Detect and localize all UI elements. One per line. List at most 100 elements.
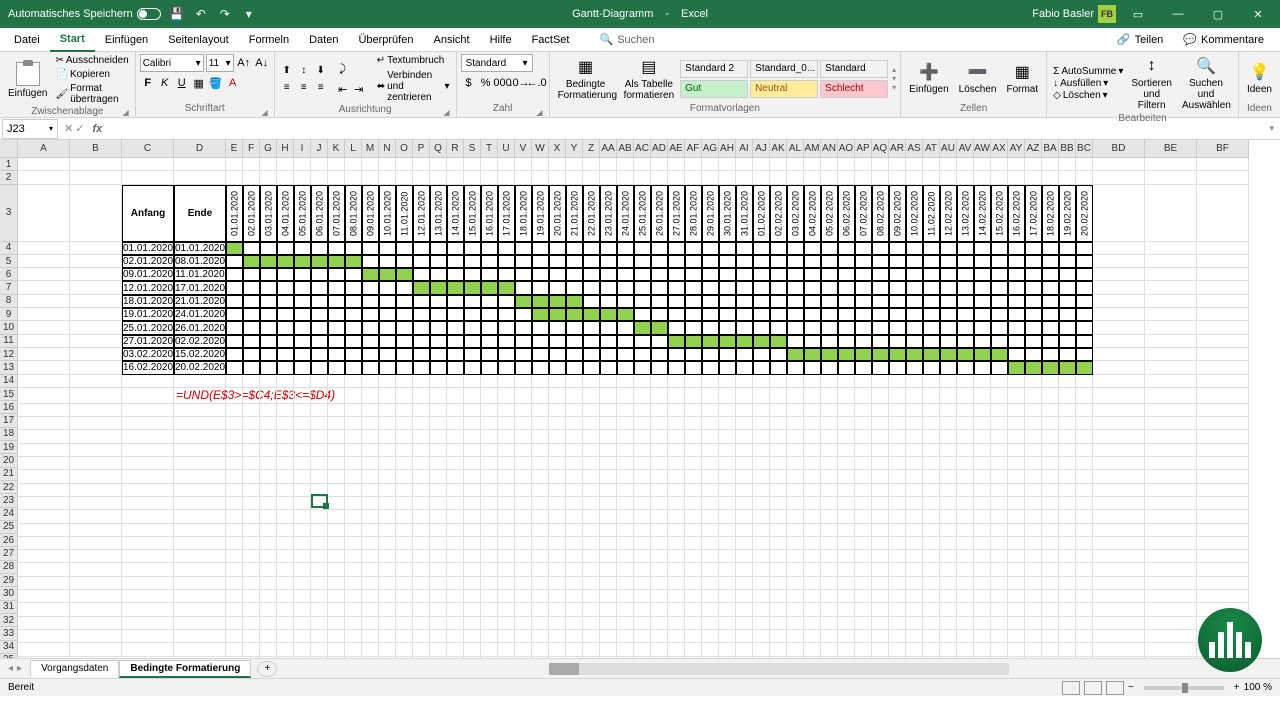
cell[interactable] bbox=[328, 348, 345, 361]
cell[interactable] bbox=[651, 617, 668, 630]
cell[interactable] bbox=[1076, 335, 1093, 348]
cell[interactable] bbox=[174, 657, 226, 659]
cell[interactable] bbox=[804, 484, 821, 497]
cell[interactable] bbox=[174, 630, 226, 643]
cell[interactable] bbox=[1025, 281, 1042, 294]
cell[interactable] bbox=[1059, 630, 1076, 643]
cell[interactable] bbox=[685, 158, 702, 171]
cell[interactable] bbox=[243, 281, 260, 294]
cell[interactable] bbox=[174, 590, 226, 603]
cell[interactable] bbox=[345, 417, 362, 430]
cell[interactable] bbox=[940, 484, 957, 497]
cell[interactable] bbox=[18, 348, 70, 361]
cell[interactable] bbox=[362, 444, 379, 457]
cell[interactable] bbox=[974, 375, 991, 388]
row-header[interactable]: 20 bbox=[0, 454, 18, 467]
cell[interactable] bbox=[294, 171, 311, 184]
cell[interactable] bbox=[413, 630, 430, 643]
cell[interactable] bbox=[804, 510, 821, 523]
cell[interactable] bbox=[838, 335, 855, 348]
cell[interactable] bbox=[906, 321, 923, 334]
cell[interactable] bbox=[430, 537, 447, 550]
cell[interactable] bbox=[736, 417, 753, 430]
cell[interactable] bbox=[430, 550, 447, 563]
cell[interactable] bbox=[345, 321, 362, 334]
cell[interactable]: 17.02.2020 bbox=[1025, 185, 1042, 242]
cell[interactable] bbox=[277, 630, 294, 643]
cell[interactable] bbox=[481, 630, 498, 643]
cell[interactable] bbox=[685, 497, 702, 510]
cell[interactable] bbox=[855, 171, 872, 184]
cell[interactable] bbox=[226, 497, 243, 510]
cell[interactable] bbox=[362, 484, 379, 497]
cell[interactable] bbox=[634, 375, 651, 388]
cell[interactable] bbox=[1076, 550, 1093, 563]
cell[interactable] bbox=[634, 255, 651, 268]
orientation-button[interactable]: ⤸ bbox=[335, 60, 351, 78]
cell[interactable] bbox=[1042, 550, 1059, 563]
cell[interactable] bbox=[1042, 563, 1059, 576]
cell[interactable] bbox=[362, 404, 379, 417]
cell[interactable] bbox=[736, 242, 753, 255]
cell[interactable] bbox=[821, 295, 838, 308]
cell[interactable] bbox=[532, 255, 549, 268]
cell[interactable] bbox=[226, 308, 243, 321]
cell[interactable] bbox=[634, 590, 651, 603]
cell[interactable] bbox=[566, 308, 583, 321]
cell[interactable]: 11.02.2020 bbox=[923, 185, 940, 242]
row-header[interactable]: 9 bbox=[0, 308, 18, 321]
cell[interactable] bbox=[804, 643, 821, 656]
cell[interactable] bbox=[889, 470, 906, 483]
cell[interactable] bbox=[821, 577, 838, 590]
cell[interactable] bbox=[447, 657, 464, 659]
cell[interactable] bbox=[70, 510, 122, 523]
cell[interactable] bbox=[294, 242, 311, 255]
cell[interactable] bbox=[736, 404, 753, 417]
cell[interactable] bbox=[430, 563, 447, 576]
cell[interactable] bbox=[991, 268, 1008, 281]
cell[interactable] bbox=[18, 417, 70, 430]
cell[interactable] bbox=[872, 335, 889, 348]
cell[interactable] bbox=[122, 630, 174, 643]
cell[interactable] bbox=[600, 444, 617, 457]
cell[interactable] bbox=[243, 470, 260, 483]
cell[interactable] bbox=[345, 404, 362, 417]
cell[interactable] bbox=[1059, 375, 1076, 388]
cell[interactable] bbox=[481, 617, 498, 630]
cell[interactable]: 09.01.2020 bbox=[362, 185, 379, 242]
zoom-slider[interactable] bbox=[1144, 686, 1224, 690]
cell[interactable] bbox=[719, 404, 736, 417]
cell[interactable] bbox=[532, 268, 549, 281]
cell[interactable] bbox=[311, 550, 328, 563]
cell[interactable] bbox=[855, 510, 872, 523]
cell[interactable] bbox=[18, 550, 70, 563]
cell[interactable] bbox=[651, 268, 668, 281]
cell[interactable] bbox=[430, 603, 447, 616]
dialog-launcher-icon[interactable]: ◢ bbox=[443, 108, 449, 117]
cell[interactable] bbox=[294, 404, 311, 417]
cell[interactable] bbox=[634, 295, 651, 308]
row-header[interactable]: 31 bbox=[0, 601, 18, 614]
cell[interactable] bbox=[362, 537, 379, 550]
cell[interactable] bbox=[379, 590, 396, 603]
cell[interactable] bbox=[753, 657, 770, 659]
cell[interactable] bbox=[549, 255, 566, 268]
cell[interactable] bbox=[226, 484, 243, 497]
cell[interactable] bbox=[549, 158, 566, 171]
cell[interactable] bbox=[122, 457, 174, 470]
cell[interactable] bbox=[889, 268, 906, 281]
cell[interactable] bbox=[600, 404, 617, 417]
cell[interactable] bbox=[430, 417, 447, 430]
cell[interactable] bbox=[481, 348, 498, 361]
cell[interactable] bbox=[1197, 268, 1249, 281]
cell[interactable] bbox=[174, 537, 226, 550]
column-header[interactable]: AX bbox=[991, 140, 1008, 158]
cell[interactable] bbox=[940, 171, 957, 184]
cell[interactable] bbox=[122, 550, 174, 563]
cell[interactable] bbox=[906, 444, 923, 457]
cell[interactable] bbox=[362, 524, 379, 537]
cell[interactable] bbox=[668, 524, 685, 537]
cell[interactable] bbox=[651, 444, 668, 457]
cell[interactable] bbox=[1093, 603, 1145, 616]
cell[interactable] bbox=[226, 444, 243, 457]
